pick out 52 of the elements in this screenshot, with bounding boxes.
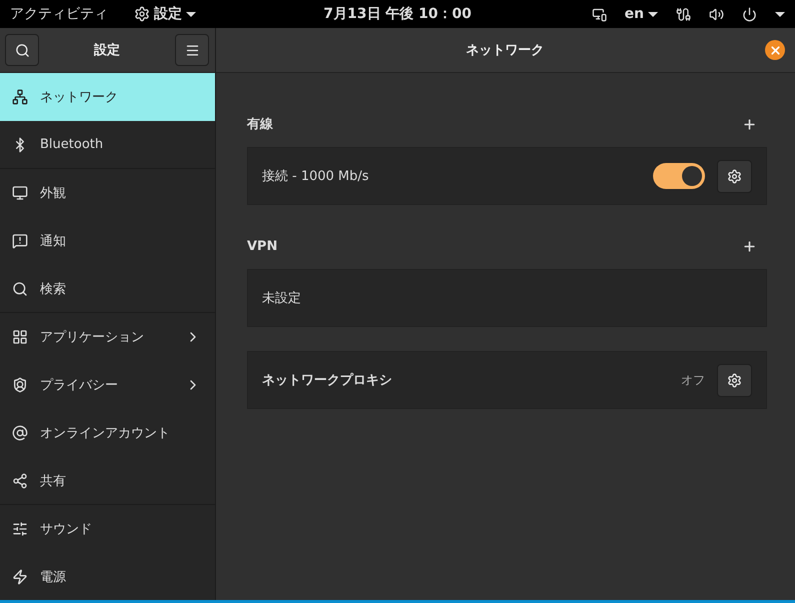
- row-label: ネットワークプロキシ: [262, 372, 393, 389]
- wired-network-icon[interactable]: [676, 6, 691, 22]
- caret-icon[interactable]: [775, 12, 785, 16]
- shield-person-icon: [12, 377, 28, 393]
- grid-icon: [12, 329, 28, 345]
- monitor-icon: [12, 185, 28, 201]
- settings-button[interactable]: [717, 160, 752, 192]
- menu-icon: [184, 42, 200, 58]
- status-text: オフ: [681, 372, 705, 388]
- sidebar-item[interactable]: アプリケーション: [0, 313, 215, 361]
- app-menu[interactable]: 設定: [134, 5, 196, 23]
- sliders-icon: [12, 521, 28, 537]
- sidebar-item[interactable]: オンラインアカウント: [0, 409, 215, 457]
- section-heading: VPN: [247, 238, 278, 254]
- gear-icon: [727, 372, 742, 388]
- share-icon: [12, 472, 28, 488]
- sidebar-item[interactable]: 電源: [0, 553, 215, 601]
- sidebar-item[interactable]: 検索: [0, 265, 215, 313]
- settings-button[interactable]: [717, 364, 752, 396]
- at-sign-icon: [12, 425, 28, 441]
- network-icon: [12, 89, 28, 105]
- clock[interactable]: 7月13日 午後 10：00: [324, 5, 472, 23]
- sidebar-item[interactable]: サウンド: [0, 505, 215, 553]
- sidebar-item[interactable]: 外観: [0, 169, 215, 217]
- displays-icon[interactable]: [592, 6, 607, 22]
- volume-icon[interactable]: [709, 6, 724, 22]
- row-label: 未設定: [262, 290, 302, 307]
- sidebar-title: 設定: [94, 42, 120, 59]
- sidebar-item[interactable]: 通知: [0, 217, 215, 265]
- sidebar-item[interactable]: プライバシー: [0, 361, 215, 409]
- search-icon: [14, 42, 30, 58]
- toggle-switch[interactable]: [653, 163, 705, 189]
- search-icon: [12, 280, 28, 296]
- plus-icon: [742, 238, 757, 254]
- close-button[interactable]: [765, 40, 785, 60]
- sidebar-item[interactable]: 共有: [0, 457, 215, 505]
- window-title: ネットワーク: [466, 42, 544, 59]
- row-label: 接続 - 1000 Mb/s: [262, 168, 370, 185]
- gear-icon: [134, 6, 150, 22]
- activities-button[interactable]: アクティビティ: [10, 5, 108, 23]
- power-icon[interactable]: [742, 6, 757, 22]
- input-source-menu[interactable]: en: [624, 6, 658, 22]
- menu-button[interactable]: [175, 34, 209, 66]
- search-button[interactable]: [5, 34, 39, 66]
- gear-icon: [727, 168, 742, 184]
- sidebar-item[interactable]: Bluetooth: [0, 121, 215, 169]
- close-icon: [768, 44, 782, 56]
- section-heading: 有線: [247, 116, 273, 133]
- sidebar-item[interactable]: ネットワーク: [0, 73, 215, 121]
- notification-icon: [12, 233, 28, 249]
- plus-icon: [742, 116, 757, 132]
- lightning-icon: [12, 569, 28, 585]
